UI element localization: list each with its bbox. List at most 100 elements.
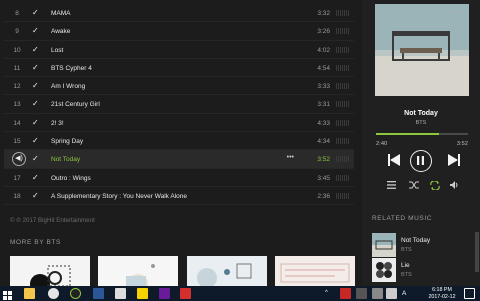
track-number: 17 <box>13 174 21 182</box>
calculator-icon[interactable] <box>115 288 126 299</box>
track-number: 12 <box>13 83 21 91</box>
check-icon[interactable]: ✓ <box>32 118 39 127</box>
track-row[interactable]: 12 ✓ Am I Wrong 3:33 <box>4 77 354 96</box>
track-row[interactable]: 13 ✓ 21st Century Girl 3:31 <box>4 95 354 114</box>
track-duration: 4:33 <box>317 119 330 127</box>
track-duration: 2:36 <box>317 192 330 200</box>
more-icon[interactable]: ••• <box>287 154 294 161</box>
check-icon[interactable]: ✓ <box>32 45 39 54</box>
check-icon[interactable]: ✓ <box>32 191 39 200</box>
scrollbar[interactable] <box>475 232 479 272</box>
track-row[interactable]: ◀) ✓ Not Today ••• 3:52 <box>4 150 354 169</box>
track-row[interactable]: 17 ✓ Outro : Wings 3:45 <box>4 169 354 187</box>
track-duration: 3:33 <box>317 83 330 91</box>
queue-icon <box>387 181 396 189</box>
chevron-up-icon[interactable]: ^ <box>325 290 332 297</box>
file-explorer-icon[interactable] <box>24 288 35 299</box>
check-icon[interactable]: ✓ <box>32 173 39 182</box>
shuffle-button[interactable] <box>409 181 419 191</box>
check-icon[interactable]: ✓ <box>32 81 39 90</box>
track-number: 13 <box>13 101 21 109</box>
track-title: Outro : Wings <box>51 174 91 182</box>
album-thumbnail[interactable] <box>275 256 355 286</box>
album-thumbnail[interactable] <box>10 256 90 286</box>
track-duration: 3:26 <box>317 28 330 36</box>
next-button[interactable] <box>447 153 461 167</box>
elapsed-time: 2:40 <box>376 141 388 147</box>
track-title: Not Today <box>51 156 81 164</box>
keyboard-icon[interactable] <box>372 288 383 299</box>
tray-app-icon[interactable] <box>340 288 351 299</box>
popularity-icon <box>336 156 350 163</box>
progress-fill <box>376 133 440 135</box>
prev-icon <box>388 154 400 166</box>
track-row[interactable]: 15 ✓ Spring Day 4:34 <box>4 132 354 151</box>
more-by-heading: MORE BY BTS <box>10 239 61 246</box>
kakaotalk-icon[interactable] <box>137 288 148 299</box>
speaker-icon[interactable]: ◀) <box>12 152 26 167</box>
popularity-icon <box>336 83 350 90</box>
track-list-pane: 8 ✓ MAMA 3:32 9 ✓ Awake 3:26 10 ✓ Lost 4:02 11 ✓ BTS C… <box>0 0 362 286</box>
track-row[interactable]: 9 ✓ Awake 3:26 <box>4 22 354 41</box>
check-icon[interactable]: ✓ <box>32 136 39 145</box>
track-row[interactable]: 10 ✓ Lost 4:02 <box>4 41 354 59</box>
repeat-icon <box>430 180 440 191</box>
music-app-icon[interactable] <box>70 288 81 299</box>
track-title: Spring Day <box>51 138 84 146</box>
repeat-button[interactable] <box>430 180 440 192</box>
popularity-icon <box>336 46 350 53</box>
track-duration: 3:32 <box>317 10 330 17</box>
album-thumbnail[interactable] <box>98 256 178 286</box>
track-duration: 4:02 <box>317 46 330 54</box>
now-playing-artist[interactable]: BTS <box>362 120 480 126</box>
system-clock[interactable]: 6:18 PM 2017-02-12 <box>422 287 462 300</box>
pause-button[interactable] <box>410 150 432 172</box>
track-duration: 4:54 <box>317 64 330 72</box>
chrome-icon[interactable] <box>48 288 59 299</box>
track-number: 8 <box>15 10 19 17</box>
queue-button[interactable] <box>387 181 396 191</box>
track-number: 10 <box>13 46 21 54</box>
track-row[interactable]: 8 ✓ MAMA 3:32 <box>4 4 354 23</box>
related-music-heading: RELATED MUSIC <box>372 215 433 222</box>
check-icon[interactable]: ✓ <box>32 154 39 163</box>
input-language-indicator[interactable]: A <box>402 290 406 297</box>
related-item[interactable]: Not Today BTS <box>372 233 476 257</box>
check-icon[interactable]: ✓ <box>32 8 39 17</box>
track-number: 15 <box>13 138 21 146</box>
track-number: 18 <box>13 192 21 200</box>
track-row[interactable]: 11 ✓ BTS Cypher 4 4:54 <box>4 59 354 78</box>
track-title: Awake <box>51 28 71 36</box>
check-icon[interactable]: ✓ <box>32 63 39 72</box>
next-icon <box>448 154 460 166</box>
check-icon[interactable]: ✓ <box>32 26 39 35</box>
related-item[interactable]: Lie BTS <box>372 258 476 282</box>
popularity-icon <box>336 10 350 16</box>
progress-bar[interactable] <box>376 133 468 135</box>
volume-button[interactable] <box>450 181 459 191</box>
start-button[interactable] <box>2 288 13 300</box>
pdf-reader-icon[interactable] <box>180 288 191 299</box>
popularity-icon <box>336 174 350 181</box>
track-number: 9 <box>15 28 19 36</box>
popularity-icon <box>336 101 350 108</box>
album-thumbnail[interactable] <box>187 256 267 286</box>
related-title: Not Today <box>401 237 431 244</box>
track-row[interactable]: 18 ✓ A Supplementary Story : You Never Wal… <box>4 187 354 206</box>
shuffle-icon <box>409 181 419 189</box>
track-title: A Supplementary Story : You Never Walk A… <box>51 192 187 200</box>
check-icon[interactable]: ✓ <box>32 99 39 108</box>
album-cover: ~ <box>375 4 469 96</box>
track-title: Am I Wrong <box>51 83 86 91</box>
previous-button[interactable] <box>387 153 401 167</box>
volume-icon[interactable] <box>386 288 397 299</box>
tray-app-icon[interactable] <box>356 288 367 299</box>
popularity-icon <box>336 138 350 145</box>
track-row[interactable]: 14 ✓ 2! 3! 4:33 <box>4 114 354 133</box>
related-artist: BTS <box>401 247 412 253</box>
notifications-icon[interactable] <box>464 288 475 299</box>
track-duration: 3:31 <box>317 101 330 109</box>
app-icon[interactable] <box>159 288 170 299</box>
now-playing-title[interactable]: Not Today <box>362 110 480 117</box>
word-icon[interactable] <box>93 288 104 299</box>
